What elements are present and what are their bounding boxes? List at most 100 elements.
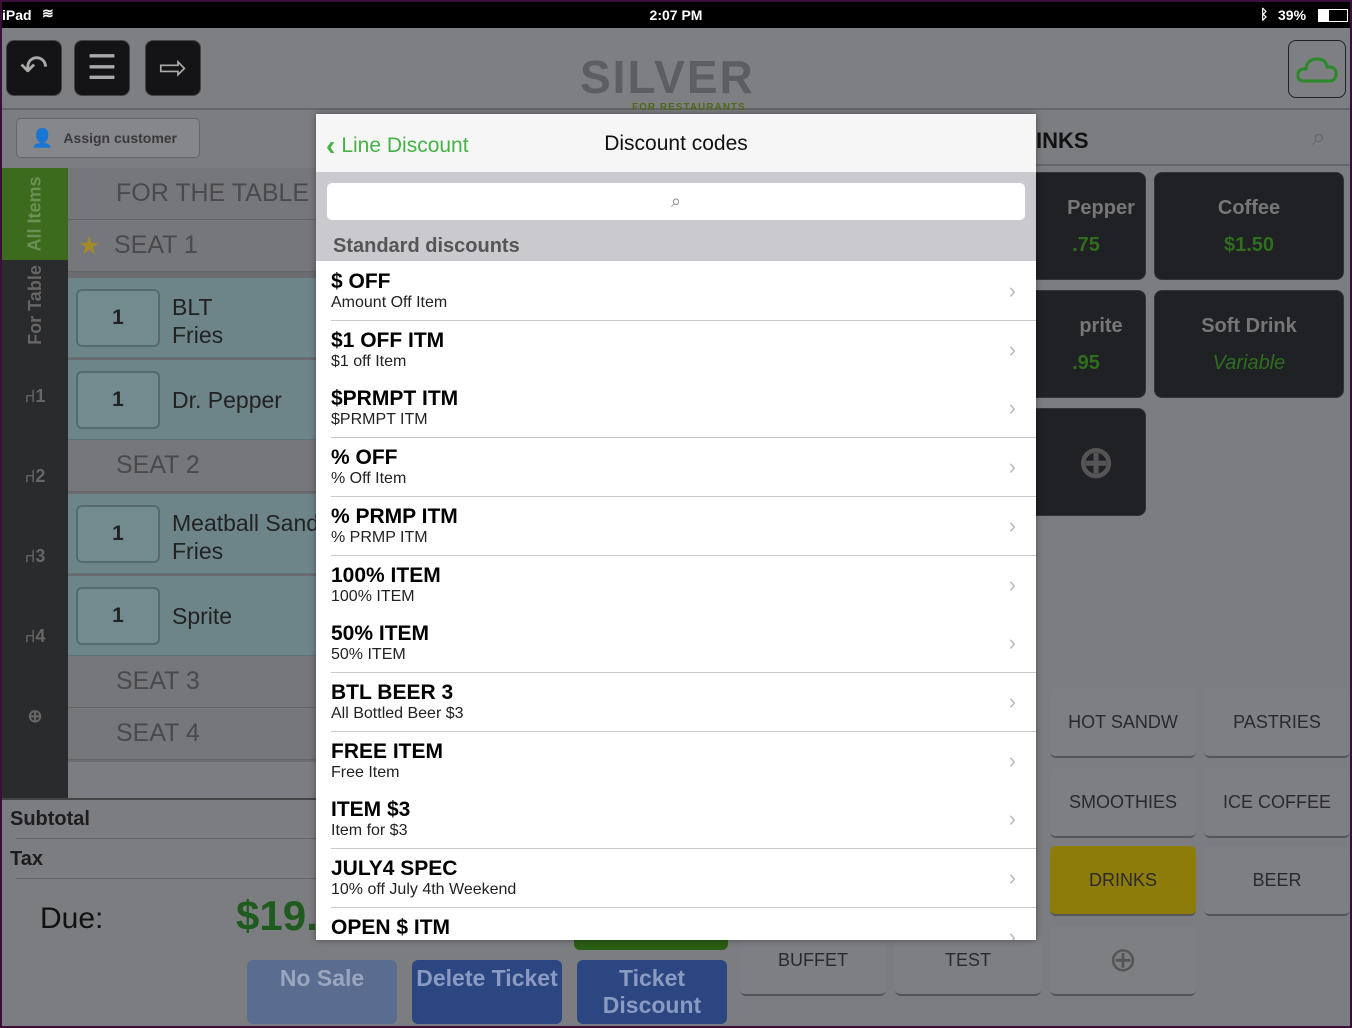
discount-description: 10% off July 4th Weekend [331,881,517,898]
discount-row[interactable]: BTL BEER 3 All Bottled Beer $3 › [316,672,1036,732]
discount-code: 50% ITEM [331,622,430,646]
seat-icon: ⑁ [24,625,36,646]
discount-row[interactable]: $PRMPT ITM $PRMPT ITM › [316,379,1036,439]
seat-icon: ⑁ [24,385,36,406]
chevron-right-icon: › [1008,806,1016,832]
category-smoothies[interactable]: SMOOTHIES [1050,768,1196,838]
section-header: Standard discounts [316,231,1036,261]
chevron-right-icon: › [1008,571,1016,597]
category-drinks[interactable]: DRINKS [1050,846,1196,916]
chevron-right-icon: › [1008,923,1016,940]
discount-row[interactable]: 100% ITEM 100% ITEM › [316,555,1036,615]
no-sale-button[interactable]: No Sale [247,960,397,1024]
clock: 2:07 PM [649,7,703,23]
order-list: FOR THE TABLE ★ SEAT 1 1 BLT Fries 1 Dr. Pep… [68,168,365,762]
tab-all-items[interactable]: All Items [2,168,68,260]
discount-code: $ OFF [331,270,391,293]
order-item[interactable]: 1 BLT Fries [68,278,328,358]
search-bar: ⌕ [316,173,1036,231]
product-coffee[interactable]: Coffee $1.50 [1154,172,1344,280]
delete-ticket-button[interactable]: Delete Ticket [412,960,562,1024]
section-seat-2[interactable]: SEAT 2 [68,440,328,492]
order-item[interactable]: 1 Dr. Pepper [68,360,328,440]
discount-row[interactable]: $ OFF Amount Off Item › [316,262,1036,321]
assign-customer-button[interactable]: 👤 Assign customer [16,118,200,158]
search-input[interactable]: ⌕ [327,183,1025,220]
category-beer[interactable]: BEER [1204,846,1350,916]
discount-row[interactable]: % PRMP ITM% PRMP ITM › [316,496,1036,556]
discount-row[interactable]: FREE ITEM Free Item › [316,731,1036,791]
chevron-right-icon: › [1008,278,1016,303]
discount-description: $PRMPT ITM [331,411,428,429]
discount-description: $1 off Item [331,352,407,370]
ticket-discount-button[interactable]: Ticket Discount [577,960,727,1024]
category-ice-coffee[interactable]: ICE COFFEE [1204,768,1350,838]
popover-navbar: ‹ Line Discount Discount codes [316,114,1036,173]
category-title: INKS [1036,128,1089,153]
section-seat-1[interactable]: ★ SEAT 1 [68,220,328,272]
due-amount: $19. [236,892,318,939]
discount-code: % OFF [331,446,398,470]
menu-icon: ☰ [86,49,118,87]
quantity[interactable]: 1 [76,587,160,645]
add-category-button[interactable]: ⊕ [1050,926,1196,996]
add-seat-button[interactable]: ⊕ [2,686,68,746]
chevron-right-icon: › [1008,454,1016,480]
chevron-right-icon: › [1008,747,1016,773]
person-icon: 👤 [31,127,54,148]
header: ↶ ☰ ⇨ SILVER FOR RESTAURANTS [2,28,1350,113]
menu-button[interactable]: ☰ [74,40,130,96]
back-button[interactable]: ↶ [6,40,62,96]
exit-button[interactable]: ⇨ [145,40,201,96]
chevron-right-icon: › [1008,395,1016,421]
order-item[interactable]: 1 Sprite [68,576,328,656]
tax-label: Tax [10,848,43,870]
due-label: Due: [40,902,104,935]
quantity[interactable]: 1 [76,289,160,347]
plus-icon: ⊕ [1108,941,1138,979]
subtotal-label: Subtotal [10,808,90,830]
section-seat-4[interactable]: SEAT 4 [68,708,328,760]
discount-row[interactable]: $1 OFF ITM $1 off Item › [316,320,1036,380]
cloud-sync-button[interactable] [1288,40,1346,98]
category-hot-sandw[interactable]: HOT SANDW [1050,688,1196,758]
quantity[interactable]: 1 [76,371,160,429]
discount-row[interactable]: ITEM $3 Item for $3 › [316,790,1036,850]
star-icon: ★ [78,231,101,260]
logo: SILVER FOR RESTAURANTS [580,51,755,113]
discount-row[interactable]: OPEN $ ITM › [316,907,1036,940]
search-icon: ⌕ [670,191,682,211]
tab-seat-4[interactable]: ⑁ 4 [2,606,68,666]
product-soft-drink[interactable]: Soft Drink Variable [1154,290,1344,398]
discount-code: FREE ITEM [331,739,444,763]
order-item[interactable]: 1 Meatball Sandwich Fries [68,494,365,574]
chevron-right-icon: › [1008,630,1016,656]
category-pastries[interactable]: PASTRIES [1204,688,1350,758]
discount-code: ITEM $3 [331,798,411,822]
quantity[interactable]: 1 [76,505,160,563]
left-tabs: All Items For Table ⑁ 1 ⑁ 2 ⑁ 3 ⑁ 4 ⊕ [2,168,68,798]
tab-for-table[interactable]: For Table [2,260,68,350]
tab-seat-1[interactable]: ⑁ 1 [2,366,68,426]
section-seat-3[interactable]: SEAT 3 [68,656,328,708]
tab-seat-2[interactable]: ⑁ 2 [2,446,68,506]
popover-title: Discount codes [604,132,748,155]
tab-seat-3[interactable]: ⑁ 3 [2,526,68,586]
search-icon[interactable]: ⌕ [1312,124,1325,152]
discount-code: $1 OFF ITM [331,328,445,352]
discount-row[interactable]: 50% ITEM 50% ITEM › [316,614,1036,674]
section-for-the-table[interactable]: FOR THE TABLE [68,168,328,220]
discount-description: % Off Item [331,470,407,488]
discount-code: OPEN $ ITM [331,915,451,939]
discount-description: Item for $3 [331,822,408,840]
cloud-icon [1296,57,1338,83]
status-bar: iPad ≋ 2:07 PM ᛒ 39% [2,2,1350,28]
discount-code: $PRMPT ITM [331,387,459,411]
chevron-right-icon: › [1008,865,1016,890]
exit-icon: ⇨ [158,49,188,87]
discount-row[interactable]: JULY4 SPEC 10% off July 4th Weekend › [316,849,1036,908]
discount-row[interactable]: % OFF% Off Item › [316,438,1036,498]
discount-code: 100% ITEM [331,563,441,587]
discount-description: Amount Off Item [331,294,448,311]
discount-code: JULY4 SPEC [331,857,458,880]
